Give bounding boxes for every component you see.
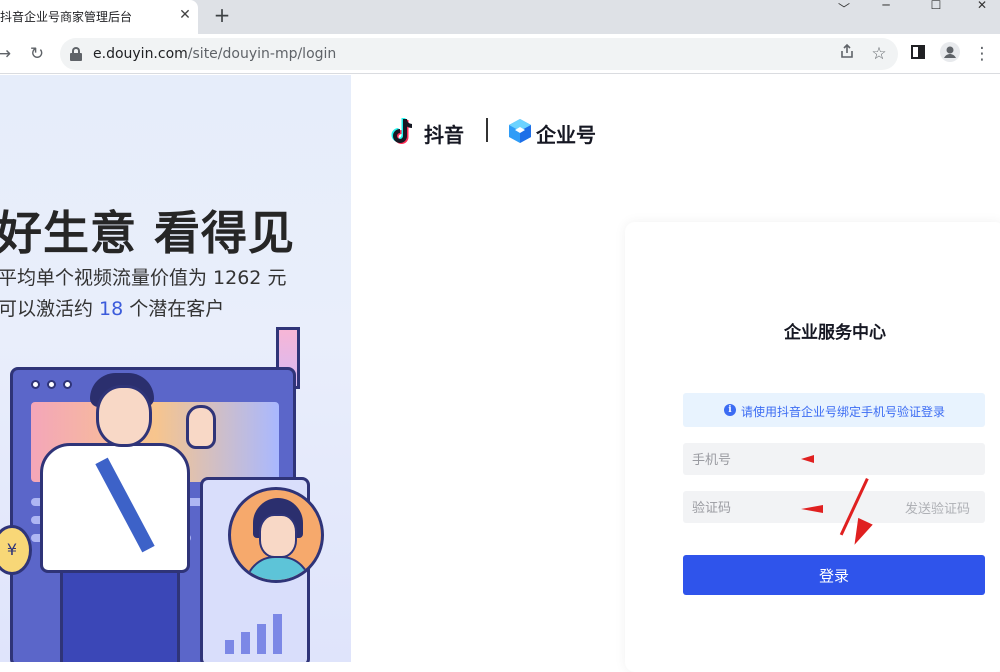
share-icon[interactable] bbox=[835, 42, 859, 66]
annotation-arrow-code bbox=[801, 505, 823, 513]
douyin-logo-icon bbox=[391, 118, 413, 144]
menu-kebab-icon[interactable]: ⋮ bbox=[970, 42, 994, 66]
douyin-brand-name: 抖音 bbox=[424, 123, 464, 147]
reload-icon[interactable]: ↻ bbox=[25, 42, 49, 66]
send-code-button[interactable]: 发送验证码 bbox=[905, 498, 970, 517]
tab-search-icon[interactable]: ﹀ bbox=[824, 0, 864, 16]
side-panel-icon[interactable] bbox=[906, 42, 930, 66]
profile-avatar-icon[interactable] bbox=[938, 42, 962, 66]
phone-input[interactable] bbox=[683, 443, 985, 475]
brand-divider bbox=[486, 118, 488, 142]
hero-stat-line-1: 平均单个视频流量价值为 1262 元 bbox=[0, 267, 287, 289]
close-window-icon[interactable]: ✕ bbox=[962, 0, 1000, 12]
info-icon: i bbox=[724, 404, 736, 416]
lock-icon[interactable] bbox=[70, 47, 82, 61]
enterprise-cube-logo-icon bbox=[509, 119, 531, 143]
browser-tab[interactable]: 抖音企业号商家管理后台 ✕ bbox=[0, 0, 198, 34]
browser-tab-bar: 抖音企业号商家管理后台 ✕ + ﹀ ─ ☐ ✕ bbox=[0, 0, 1000, 34]
notice-text: 请使用抖音企业号绑定手机号验证登录 bbox=[741, 405, 946, 419]
address-bar[interactable]: e.douyin.com/site/douyin-mp/login ☆ bbox=[60, 38, 898, 70]
person-body bbox=[40, 443, 190, 573]
bookmark-star-icon[interactable]: ☆ bbox=[867, 42, 891, 66]
person-head bbox=[96, 385, 152, 447]
person-legs bbox=[60, 565, 180, 662]
login-notice: i 请使用抖音企业号绑定手机号验证登录 bbox=[683, 393, 985, 427]
tab-title: 抖音企业号商家管理后台 bbox=[0, 10, 133, 24]
enterprise-brand-name: 企业号 bbox=[536, 123, 596, 147]
login-title: 企业服务中心 bbox=[784, 323, 886, 343]
login-card: 企业服务中心 i 请使用抖音企业号绑定手机号验证登录 发送验证码 登录 bbox=[625, 222, 1000, 672]
browser-toolbar: → ↻ e.douyin.com/site/douyin-mp/login ☆ … bbox=[0, 34, 1000, 74]
hero-panel: 好生意 看得见 平均单个视频流量价值为 1262 元 可以激活约 18 个潜在客… bbox=[0, 75, 351, 662]
login-button[interactable]: 登录 bbox=[683, 555, 985, 595]
minimize-icon[interactable]: ─ bbox=[866, 0, 906, 12]
url-text: e.douyin.com/site/douyin-mp/login bbox=[93, 46, 337, 62]
new-tab-button[interactable]: + bbox=[210, 4, 234, 28]
waving-hand bbox=[186, 405, 216, 449]
maximize-icon[interactable]: ☐ bbox=[916, 0, 956, 12]
close-tab-icon[interactable]: ✕ bbox=[176, 6, 194, 24]
forward-icon[interactable]: → bbox=[0, 42, 16, 66]
annotation-arrow-phone bbox=[801, 455, 814, 463]
woman-avatar-illustration bbox=[228, 487, 324, 583]
hero-stat-line-2: 可以激活约 18 个潜在客户 bbox=[0, 298, 225, 320]
hero-slogan: 好生意 看得见 bbox=[0, 206, 296, 260]
